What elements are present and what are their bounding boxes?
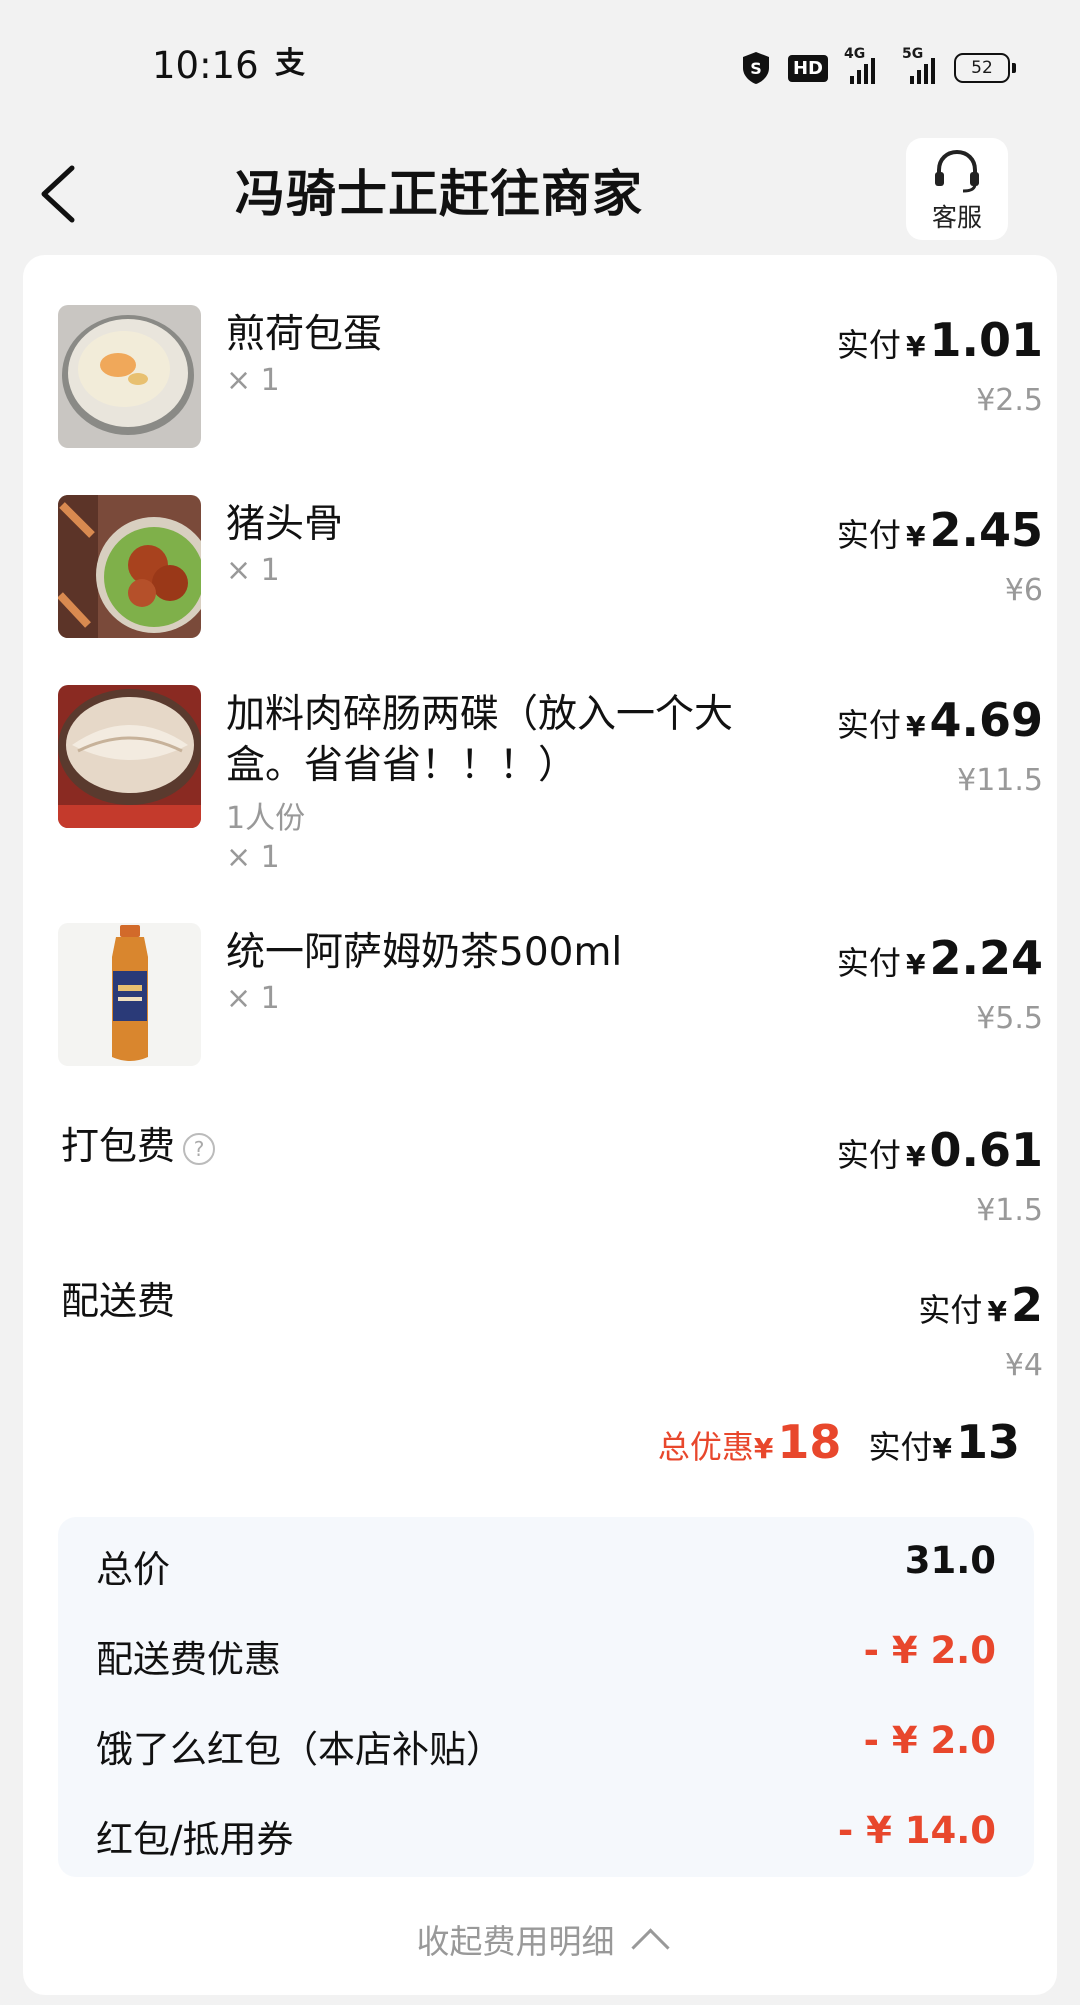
item-paid-price: 实付 ¥2.45: [836, 503, 1043, 557]
total-paid-label: 实付: [868, 1428, 933, 1466]
delivery-fee-original: ¥4: [1004, 1348, 1043, 1383]
order-item[interactable]: 猪头骨 × 1 实付 ¥2.45 ¥6: [58, 495, 1043, 645]
header: 冯骑士正赶往商家 客服: [0, 130, 1080, 255]
item-name: 统一阿萨姆奶茶500ml: [226, 930, 623, 975]
signal-5g-icon: 5G: [894, 46, 938, 84]
item-original-price: ¥2.5: [976, 383, 1043, 418]
item-name: 煎荷包蛋: [226, 312, 383, 357]
order-detail-card: 煎荷包蛋 × 1 实付 ¥1.01 ¥2.5 猪头骨 × 1 实付 ¥2.45 …: [23, 255, 1057, 1995]
customer-service-label: 客服: [931, 203, 982, 232]
item-original-price: ¥11.5: [957, 763, 1043, 798]
item-quantity: × 1: [226, 840, 280, 875]
help-icon[interactable]: ?: [183, 1132, 216, 1165]
item-name: 加料肉碎肠两碟（放入一个大盒。省省省！！！）: [226, 692, 734, 788]
breakdown-row-total: 总价 31.0: [96, 1539, 996, 1591]
page-title: 冯骑士正赶往商家: [235, 165, 643, 223]
order-item[interactable]: 煎荷包蛋 × 1 实付 ¥1.01 ¥2.5: [58, 305, 1043, 455]
item-original-price: ¥6: [1004, 573, 1043, 608]
packing-fee-label: 打包费?: [61, 1115, 216, 1170]
item-paid-price: 实付 ¥4.69: [836, 693, 1043, 747]
chevron-left-icon: [41, 165, 75, 223]
breakdown-row-red-packet: 饿了么红包（本店补贴） - ¥ 2.0: [96, 1719, 996, 1771]
delivery-fee-paid: 实付 ¥2: [918, 1278, 1043, 1332]
breakdown-row-delivery-discount: 配送费优惠 - ¥ 2.0: [96, 1629, 996, 1681]
item-quantity: × 1: [226, 981, 280, 1016]
delivery-fee-row: 配送费 实付 ¥2 ¥4: [61, 1270, 1043, 1390]
chevron-up-icon: [630, 1928, 670, 1967]
item-quantity: × 1: [226, 363, 280, 398]
back-button[interactable]: [30, 150, 100, 230]
headset-icon: [935, 149, 979, 193]
item-paid-price: 实付 ¥1.01: [836, 313, 1043, 367]
order-summary: 总优惠¥18 实付¥13: [657, 1415, 1020, 1469]
item-name: 猪头骨: [226, 502, 344, 547]
item-spec: 1人份: [226, 801, 306, 836]
delivery-fee-label: 配送费: [61, 1279, 176, 1323]
total-discount-amount: 18: [777, 1415, 842, 1469]
collapse-breakdown-button[interactable]: 收起费用明细: [23, 1915, 1057, 1967]
item-original-price: ¥5.5: [976, 1001, 1043, 1036]
item-image-pork-bone: [58, 495, 201, 638]
item-image-milk-tea-bottle: [58, 923, 201, 1066]
shield-icon: S: [742, 52, 769, 84]
packing-fee-row: 打包费? 实付 ¥0.61 ¥1.5: [61, 1115, 1043, 1235]
fee-breakdown: 总价 31.0 配送费优惠 - ¥ 2.0 饿了么红包（本店补贴） - ¥ 2.…: [58, 1517, 1034, 1877]
status-icons: S HD 4G 5G 52: [740, 46, 1016, 88]
item-quantity: × 1: [226, 553, 280, 588]
total-paid-amount: 13: [955, 1415, 1020, 1469]
status-bar: 10:16 支 S HD 4G 5G 52: [0, 0, 1080, 130]
status-time: 10:16: [152, 44, 259, 87]
item-paid-price: 实付 ¥2.24: [836, 931, 1043, 985]
breakdown-row-coupon: 红包/抵用券 - ¥ 14.0: [96, 1809, 996, 1861]
svg-text:S: S: [750, 59, 762, 78]
item-image-fried-egg: [58, 305, 201, 448]
signal-4g-icon: 4G: [844, 46, 878, 84]
packing-fee-original: ¥1.5: [976, 1193, 1043, 1228]
packing-fee-paid: 实付 ¥0.61: [836, 1123, 1043, 1177]
order-item[interactable]: 加料肉碎肠两碟（放入一个大盒。省省省！！！） 1人份 × 1 实付 ¥4.69 …: [58, 685, 1043, 885]
item-image-rice-noodle-roll: [58, 685, 201, 828]
total-discount-label: 总优惠: [657, 1428, 754, 1466]
customer-service-button[interactable]: 客服: [906, 138, 1008, 240]
battery-icon: 52: [954, 53, 1016, 83]
order-item[interactable]: 统一阿萨姆奶茶500ml × 1 实付 ¥2.24 ¥5.5: [58, 923, 1043, 1073]
hd-icon: HD: [787, 54, 828, 82]
alipay-icon: 支: [275, 46, 305, 81]
